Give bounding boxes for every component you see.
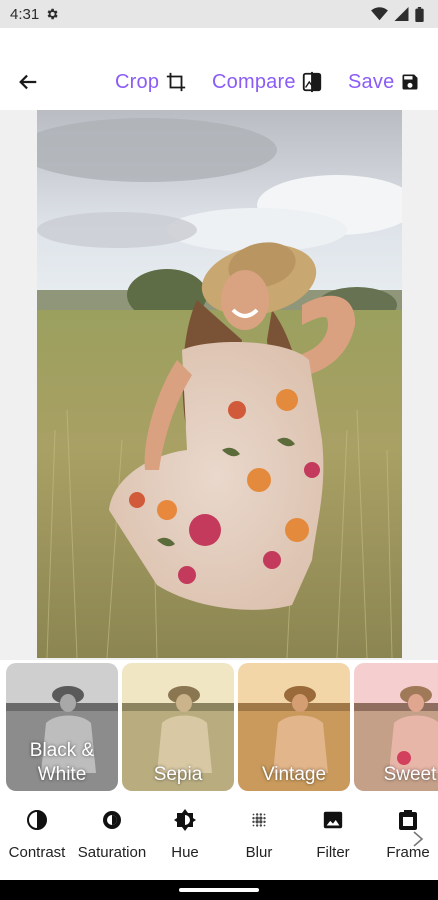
floppy-disk-icon xyxy=(402,74,418,90)
filter-label-line2: Sepia xyxy=(153,764,203,785)
frame-icon xyxy=(399,810,417,830)
chevron-right-icon[interactable] xyxy=(410,830,426,848)
filter-label-line2: Sweet xyxy=(383,764,437,785)
crop-icon xyxy=(166,72,186,92)
tool-label: Hue xyxy=(171,844,199,861)
photo-canvas-area xyxy=(0,110,438,660)
filter-label-line2: White xyxy=(37,764,87,785)
filter-presets-strip: Black & White Sepia Vintage Sweet xyxy=(0,660,438,794)
tool-label: Saturation xyxy=(77,844,147,861)
editor-toolbar: Crop Compare Save xyxy=(0,52,438,112)
tool-saturation[interactable]: Saturation xyxy=(74,806,150,872)
compare-icon xyxy=(302,71,321,93)
filter-label: Vintage xyxy=(238,763,350,787)
compare-button[interactable]: Compare xyxy=(212,68,322,96)
signal-icon xyxy=(394,7,409,21)
tool-frame[interactable]: Frame xyxy=(380,806,436,872)
contrast-icon xyxy=(27,810,47,830)
crop-button[interactable]: Crop xyxy=(115,68,187,96)
filter-preset-black-white[interactable]: Black & White xyxy=(6,663,118,791)
crop-label: Crop xyxy=(115,70,160,93)
filter-preset-sepia[interactable]: Sepia xyxy=(122,663,234,791)
filter-label: Sepia xyxy=(122,763,234,787)
tool-label: Filter xyxy=(316,844,350,861)
wifi-icon xyxy=(371,7,388,21)
image-icon xyxy=(323,811,343,829)
filter-label-line2: Vintage xyxy=(261,764,327,785)
tool-filter[interactable]: Filter xyxy=(308,806,358,872)
photo-illustration xyxy=(37,110,402,658)
filter-label: Black & White xyxy=(6,739,118,787)
battery-icon xyxy=(415,6,424,22)
saturation-icon xyxy=(103,811,121,829)
filter-label-line1: Black & xyxy=(29,740,95,761)
tool-label: Blur xyxy=(245,844,273,861)
filter-preset-vintage[interactable]: Vintage xyxy=(238,663,350,791)
status-time: 4:31 xyxy=(10,5,40,23)
tool-contrast[interactable]: Contrast xyxy=(4,806,70,872)
tool-label: Contrast xyxy=(8,844,66,861)
photo-editor-screen: 4:31 Crop Compare Save Black & White Sep… xyxy=(0,0,438,900)
back-button[interactable] xyxy=(14,68,42,96)
status-left: 4:31 xyxy=(10,6,59,23)
filter-preset-sweet[interactable]: Sweet xyxy=(354,663,438,791)
status-bar: 4:31 xyxy=(0,0,438,28)
home-indicator[interactable] xyxy=(179,888,259,892)
blur-icon xyxy=(252,813,266,827)
gear-icon xyxy=(47,8,58,20)
tool-hue[interactable]: Hue xyxy=(160,806,210,872)
status-right xyxy=(371,6,424,22)
arrow-left-icon xyxy=(19,74,37,90)
save-label: Save xyxy=(348,70,395,93)
tool-blur[interactable]: Blur xyxy=(234,806,284,872)
compare-label: Compare xyxy=(212,70,296,93)
edited-photo[interactable] xyxy=(37,110,402,658)
hue-icon xyxy=(174,809,196,831)
filter-label: Sweet xyxy=(354,763,438,787)
adjustment-tools-bar: Contrast Saturation Hue Blur Filter Fram… xyxy=(0,798,438,878)
save-button[interactable]: Save xyxy=(348,68,420,96)
